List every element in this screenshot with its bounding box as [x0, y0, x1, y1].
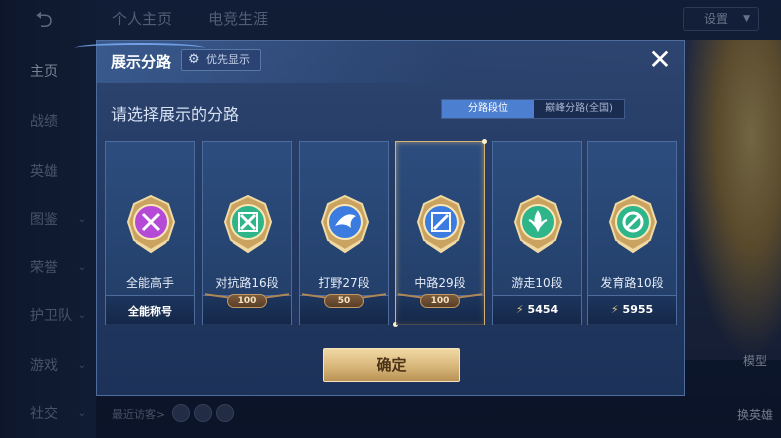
lane-score-value: 5454	[527, 303, 559, 316]
priority-display-label: 优先显示	[206, 53, 250, 66]
lane-score-value: 5955	[622, 303, 654, 316]
lane-card-label: 游走10段	[511, 276, 563, 290]
priority-display-button[interactable]: ⚙ 优先显示	[181, 49, 261, 71]
segment-peak-lane[interactable]: 巅峰分路(全国)	[534, 100, 624, 118]
lane-card-footer: 100	[396, 293, 484, 325]
close-icon[interactable]: ✕	[645, 45, 675, 75]
allround-emblem-icon	[124, 194, 178, 254]
dialog-subtitle: 请选择展示的分路	[111, 105, 240, 124]
selection-sparkle	[482, 139, 487, 144]
mid-lane-emblem-icon	[414, 194, 468, 254]
confirm-button[interactable]: 确定	[323, 348, 460, 382]
power-icon: ⚡	[515, 303, 524, 316]
lane-card-label: 全能高手	[125, 276, 174, 290]
roam-emblem-icon	[511, 194, 565, 254]
lane-card-label: 对抗路16段	[215, 276, 279, 290]
tier-badge: 50	[324, 294, 364, 308]
jungle-emblem-icon	[318, 194, 372, 254]
gear-icon: ⚙	[188, 52, 200, 67]
lane-card[interactable]: 打野27段 50	[299, 141, 389, 325]
lane-card-label: 打野27段	[318, 276, 370, 290]
farm-lane-emblem-icon	[606, 194, 660, 254]
segment-lane-rank[interactable]: 分路段位	[442, 100, 534, 118]
title-label: 全能称号	[128, 305, 172, 318]
clash-lane-emblem-icon	[221, 194, 275, 254]
lane-card[interactable]: 发育路10段 ⚡ 5955	[587, 141, 677, 325]
tier-badge: 100	[420, 294, 460, 308]
lane-score: ⚡ 5955	[588, 303, 676, 316]
lane-score: ⚡ 5454	[493, 303, 581, 316]
lane-card-footer: 全能称号	[106, 295, 194, 325]
power-icon: ⚡	[610, 303, 619, 316]
tier-badge: 100	[227, 294, 267, 308]
dialog-title: 展示分路	[111, 53, 172, 71]
lane-card[interactable]: 全能高手 全能称号	[105, 141, 195, 325]
lane-card-footer: 50	[300, 293, 388, 325]
lane-card-footer: ⚡ 5955	[588, 295, 676, 325]
lane-card[interactable]: 中路29段 100	[393, 139, 487, 327]
lane-card-footer: 100	[203, 293, 291, 325]
lane-type-segmented-control: 分路段位 巅峰分路(全国)	[441, 99, 625, 119]
lane-card-label: 发育路10段	[600, 276, 664, 290]
lane-card[interactable]: 游走10段 ⚡ 5454	[492, 141, 582, 325]
lane-card-label: 中路29段	[414, 276, 466, 290]
lane-card[interactable]: 对抗路16段 100	[202, 141, 292, 325]
lane-card-footer: ⚡ 5454	[493, 295, 581, 325]
lane-display-dialog: 展示分路 ⚙ 优先显示 ✕ 请选择展示的分路 分路段位 巅峰分路(全国) 全能高…	[75, 40, 685, 396]
